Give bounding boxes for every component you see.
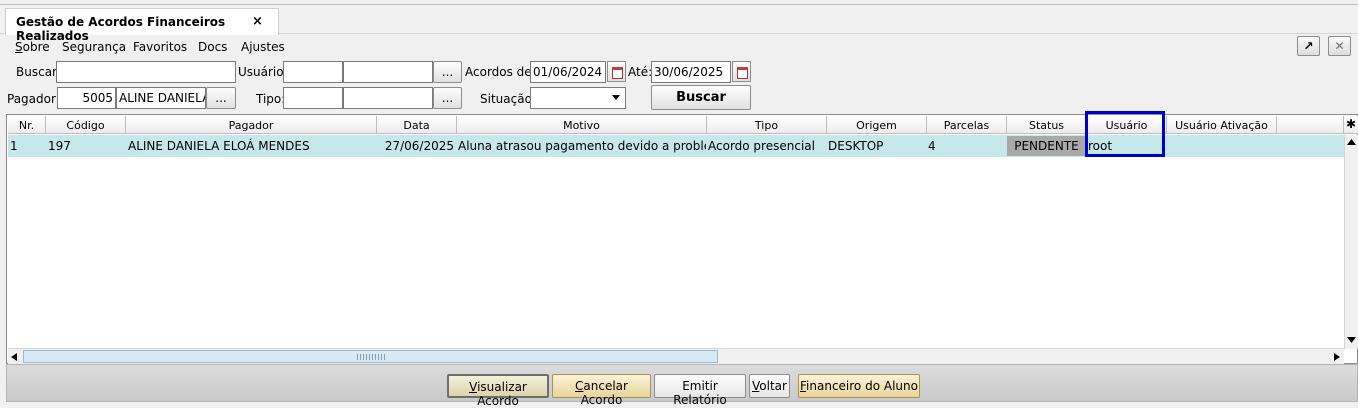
dropdown-arrow-icon (612, 95, 620, 100)
visualizar-acordo-button[interactable]: Visualizar Acordo (447, 374, 549, 408)
ate-date-input[interactable]: 30/06/2025 (651, 61, 731, 83)
menu-ajustes[interactable]: Ajustes (241, 40, 285, 54)
action-bar: Visualizar Acordo Cancelar Acordo Emitir… (6, 364, 1358, 408)
vertical-scrollbar[interactable] (1344, 135, 1358, 349)
column-header-nr[interactable]: Nr. (8, 116, 46, 134)
cell-origem: DESKTOP (828, 139, 884, 153)
column-header-tipo[interactable]: Tipo (707, 116, 827, 134)
cell-tipo: Acordo presencial (708, 139, 815, 153)
detach-window-button[interactable]: ↗ (1297, 36, 1320, 56)
usuario-code-input[interactable] (283, 61, 343, 83)
close-window-button[interactable]: ✕ (1328, 36, 1351, 56)
cell-motivo: Aluna atrasou pagamento devido a problem… (458, 139, 706, 153)
tab-acordos[interactable]: Gestão de Acordos Financeiros Realizados… (5, 8, 279, 43)
tipo-code-input[interactable] (283, 87, 343, 109)
usuario-column-highlight (1085, 111, 1165, 157)
cell-data: 27/06/2025 (384, 139, 454, 153)
column-header-motivo[interactable]: Motivo (457, 116, 707, 134)
emitir-relatorio-button[interactable]: Emitir Relatório (654, 374, 746, 407)
pagador-lookup-button[interactable]: ... (206, 87, 236, 109)
menu-sobre[interactable]: Sobre (15, 40, 50, 54)
gear-icon: ✱ (1345, 117, 1357, 131)
menu-bar: Sobre Segurança Favoritos Docs Ajustes (0, 35, 1358, 57)
menu-favoritos[interactable]: Favoritos (133, 40, 187, 54)
cell-pagador: ALINE DANIELA ELOÁ MENDES (128, 139, 310, 153)
buscar-button[interactable]: Buscar (651, 85, 751, 110)
tab-strip-border (0, 4, 1358, 5)
cancelar-acordo-button[interactable]: Cancelar Acordo (552, 374, 651, 407)
cell-codigo: 197 (48, 139, 71, 153)
scroll-thumb-grip (357, 354, 387, 360)
usuario-label: Usuário: (238, 65, 288, 79)
column-header-usuario-ativacao[interactable]: Usuário Ativação (1167, 116, 1277, 134)
tipo-lookup-button[interactable]: ... (433, 87, 462, 109)
pagador-name-input[interactable]: ALINE DANIELA (116, 87, 206, 109)
financeiro-do-aluno-button[interactable]: Financeiro do Aluno (798, 374, 920, 398)
menu-docs[interactable]: Docs (198, 40, 227, 54)
column-settings-button[interactable]: ✱ (1344, 116, 1358, 134)
acordos-de-date-input[interactable]: 01/06/2024 (530, 61, 606, 83)
menu-seguranca[interactable]: Segurança (62, 40, 126, 54)
column-header-filler (1277, 116, 1344, 134)
column-header-status[interactable]: Status (1007, 116, 1087, 134)
situacao-select[interactable] (530, 87, 626, 109)
scroll-right-icon[interactable] (1334, 353, 1340, 361)
usuario-name-input[interactable] (343, 61, 433, 83)
close-tab-icon[interactable]: × (252, 14, 263, 29)
acordos-de-label: Acordos de: (465, 65, 536, 79)
cell-usuario-ativacao (1168, 137, 1276, 155)
scroll-up-icon[interactable] (1347, 139, 1356, 145)
pagador-label: Pagador: (7, 92, 60, 106)
voltar-button[interactable]: Voltar (749, 374, 790, 398)
column-header-data[interactable]: Data (377, 116, 457, 134)
close-icon: ✕ (1334, 39, 1345, 53)
column-header-origem[interactable]: Origem (827, 116, 927, 134)
calendar-icon[interactable] (607, 61, 626, 82)
pagador-code-input[interactable]: 5005 (57, 87, 116, 109)
cell-parcelas: 4 (928, 139, 936, 153)
horizontal-scrollbar[interactable] (8, 348, 1344, 364)
scroll-left-icon[interactable] (11, 353, 17, 361)
tab-strip: Gestão de Acordos Financeiros Realizados… (0, 0, 1358, 43)
calendar-icon[interactable] (732, 61, 751, 82)
cell-nr: 1 (10, 139, 18, 153)
detach-icon: ↗ (1303, 39, 1314, 53)
tipo-name-input[interactable] (343, 87, 433, 109)
horizontal-scroll-thumb[interactable] (23, 350, 718, 363)
column-header-parcelas[interactable]: Parcelas (927, 116, 1007, 134)
cell-status-badge: PENDENTE (1007, 136, 1086, 156)
situacao-label: Situação: (480, 92, 536, 106)
column-header-pagador[interactable]: Pagador (126, 116, 377, 134)
scroll-down-icon[interactable] (1347, 337, 1356, 343)
tipo-label: Tipo: (256, 92, 286, 106)
buscar-input[interactable] (56, 61, 236, 83)
buscar-label: Buscar: (16, 65, 61, 79)
acordos-table: Nr. Código Pagador Data Motivo Tipo Orig… (6, 111, 1358, 364)
usuario-lookup-button[interactable]: ... (433, 61, 462, 83)
ate-label: Até: (628, 65, 653, 79)
column-header-codigo[interactable]: Código (46, 116, 126, 134)
